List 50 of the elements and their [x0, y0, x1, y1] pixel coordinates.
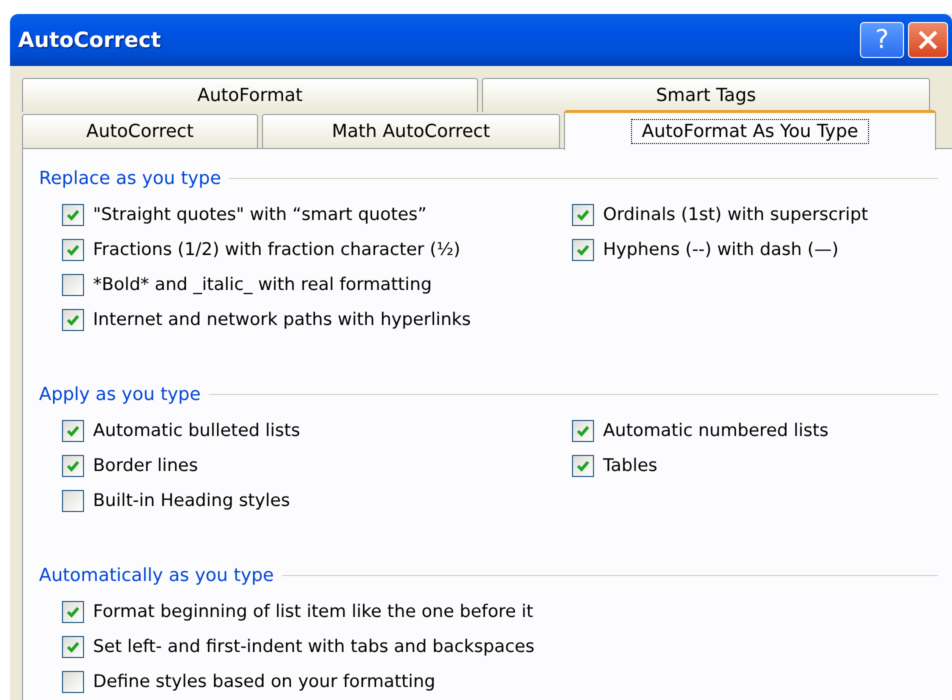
- checkbox[interactable]: [62, 308, 84, 330]
- close-icon: [916, 28, 940, 52]
- checkbox-label: Format beginning of list item like the one before it: [93, 602, 534, 622]
- check-icon: [66, 312, 80, 326]
- checkbox[interactable]: [62, 238, 84, 260]
- window-title: AutoCorrect: [18, 28, 162, 52]
- check-icon: [66, 604, 80, 618]
- check-icon: [66, 458, 80, 472]
- checkbox[interactable]: [62, 454, 84, 476]
- checkbox[interactable]: [572, 238, 594, 260]
- checkbox[interactable]: [62, 636, 84, 658]
- check-icon: [576, 242, 590, 256]
- checkbox-label: "Straight quotes" with “smart quotes”: [93, 204, 427, 224]
- check-icon: [66, 640, 80, 654]
- tab[interactable]: Math AutoCorrect: [262, 114, 560, 148]
- checkbox-label: *Bold* and _italic_ with real formatting: [93, 274, 432, 294]
- checkbox[interactable]: [62, 670, 84, 692]
- check-icon: [576, 458, 590, 472]
- checkbox-label: Tables: [603, 456, 658, 476]
- checkbox-label: Automatic numbered lists: [603, 420, 828, 440]
- checkbox-label: Internet and network paths with hyperlinks: [93, 310, 471, 330]
- checkbox[interactable]: [572, 204, 594, 226]
- check-icon: [66, 242, 80, 256]
- checkbox[interactable]: [572, 454, 594, 476]
- checkbox[interactable]: [62, 490, 84, 512]
- tab[interactable]: AutoFormat As You Type: [564, 110, 936, 150]
- check-icon: [576, 208, 590, 222]
- checkbox-label: Define styles based on your formatting: [93, 672, 436, 692]
- close-button[interactable]: [908, 22, 948, 58]
- tab[interactable]: AutoFormat: [22, 78, 478, 112]
- checkbox[interactable]: [62, 600, 84, 622]
- checkbox[interactable]: [62, 204, 84, 226]
- section-heading: Automatically as you type: [39, 564, 274, 586]
- check-icon: [576, 424, 590, 438]
- checkbox[interactable]: [62, 274, 84, 296]
- check-icon: [66, 208, 80, 222]
- tab[interactable]: AutoCorrect: [22, 114, 258, 148]
- section-heading: Replace as you type: [39, 168, 222, 188]
- section-heading: Apply as you type: [39, 384, 201, 404]
- checkbox-label: Hyphens (--) with dash (—): [603, 240, 839, 260]
- checkbox[interactable]: [572, 420, 594, 442]
- tab[interactable]: Smart Tags: [482, 78, 930, 112]
- checkbox-label: Border lines: [93, 456, 198, 476]
- check-icon: [66, 424, 80, 438]
- checkbox-label: Built-in Heading styles: [93, 490, 290, 510]
- checkbox-label: Ordinals (1st) with superscript: [603, 204, 868, 224]
- checkbox[interactable]: [62, 420, 84, 442]
- checkbox-label: Automatic bulleted lists: [93, 420, 300, 440]
- checkbox-label: Set left- and first-indent with tabs and backspaces: [93, 636, 534, 656]
- checkbox-label: Fractions (1/2) with fraction character (½): [93, 240, 460, 260]
